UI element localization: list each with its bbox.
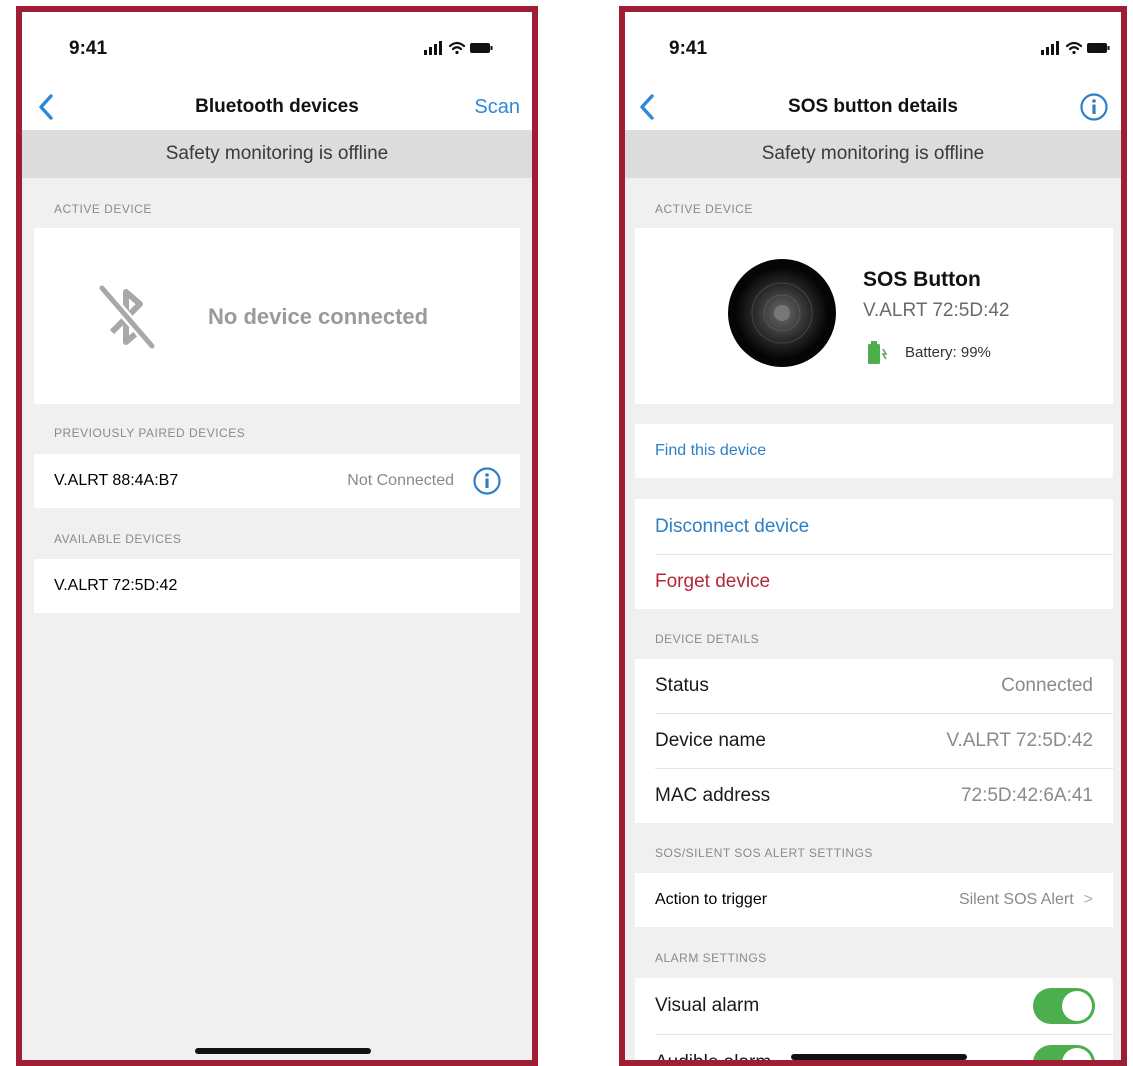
toggle-knob [1062, 991, 1092, 1021]
cellular-signal-icon [424, 41, 442, 55]
sos-button-details-screen: 9:41 SOS button details Safety monitorin… [619, 6, 1127, 1066]
action-to-trigger-value: Silent SOS Alert > [958, 891, 1093, 908]
scan-button[interactable]: Scan [474, 96, 520, 119]
detail-value: 72:5D:42:6A:41 [960, 785, 1093, 806]
sos-button-image [728, 259, 836, 367]
toggle-knob [1062, 1048, 1092, 1060]
home-indicator [195, 1048, 371, 1054]
info-circle-icon[interactable] [472, 466, 502, 496]
disconnect-device-row[interactable]: Disconnect device [635, 499, 1113, 554]
device-title: SOS Button [863, 268, 981, 291]
battery-icon [868, 341, 888, 364]
nav-bar: SOS button details [625, 84, 1121, 130]
wifi-icon [448, 41, 466, 55]
audible-alarm-toggle[interactable] [1033, 1045, 1095, 1060]
status-time: 9:41 [669, 38, 708, 59]
paired-devices-header: PREVIOUSLY PAIRED DEVICES [54, 426, 246, 440]
active-device-header: ACTIVE DEVICE [655, 202, 753, 216]
detail-row-mac-address: MAC address 72:5D:42:6A:41 [635, 769, 1113, 823]
cellular-signal-icon [1041, 41, 1059, 55]
bluetooth-off-icon [98, 284, 156, 350]
disconnect-device-button[interactable]: Disconnect device [655, 516, 809, 538]
home-indicator [791, 1054, 967, 1060]
active-device-header: ACTIVE DEVICE [54, 202, 152, 216]
find-device-row[interactable]: Find this device [635, 424, 1113, 478]
paired-device-row[interactable]: V.ALRT 88:4A:B7 Not Connected [34, 454, 520, 508]
page-title: Bluetooth devices [195, 96, 359, 117]
detail-row-device-name: Device name V.ALRT 72:5D:42 [635, 714, 1113, 768]
chevron-right-icon: > [1083, 891, 1093, 908]
detail-label: Device name [655, 730, 766, 751]
detail-value: V.ALRT 72:5D:42 [946, 730, 1093, 751]
forget-device-button[interactable]: Forget device [655, 571, 770, 593]
paired-device-name: V.ALRT 88:4A:B7 [54, 472, 179, 489]
info-circle-icon[interactable] [1079, 92, 1109, 122]
battery-status-icon [1087, 43, 1110, 53]
forget-device-row[interactable]: Forget device [635, 554, 1113, 609]
active-device-card: SOS Button V.ALRT 72:5D:42 Battery: 99% [635, 228, 1113, 404]
alarm-settings-header: ALARM SETTINGS [655, 951, 767, 965]
battery-status-icon [470, 43, 493, 53]
visual-alarm-row: Visual alarm [635, 978, 1113, 1034]
action-to-trigger-label: Action to trigger [655, 891, 768, 908]
detail-label: Status [655, 675, 709, 696]
device-actions-card: Disconnect device Forget device [635, 499, 1113, 609]
status-icons [424, 41, 493, 55]
page-title: SOS button details [788, 96, 958, 117]
visual-alarm-label: Visual alarm [655, 995, 760, 1016]
visual-alarm-toggle[interactable] [1033, 988, 1095, 1024]
offline-banner: Safety monitoring is offline [22, 130, 532, 178]
device-details-header: DEVICE DETAILS [655, 632, 760, 646]
battery-level: Battery: 99% [905, 344, 991, 361]
status-time: 9:41 [69, 38, 108, 59]
detail-value: Connected [1001, 675, 1093, 696]
device-details-card: Status Connected Device name V.ALRT 72:5… [635, 659, 1113, 823]
paired-device-status: Not Connected [347, 472, 454, 489]
available-devices-header: AVAILABLE DEVICES [54, 532, 182, 546]
detail-row-status: Status Connected [635, 659, 1113, 713]
action-to-trigger-row[interactable]: Action to trigger Silent SOS Alert > [635, 873, 1113, 927]
find-device-button[interactable]: Find this device [655, 442, 766, 460]
audible-alarm-row: Audible alarm [635, 1035, 1113, 1066]
sos-settings-header: SOS/SILENT SOS ALERT SETTINGS [655, 846, 873, 860]
status-bar: 9:41 [22, 12, 532, 84]
audible-alarm-label: Audible alarm [655, 1052, 772, 1066]
available-device-row[interactable]: V.ALRT 72:5D:42 [34, 559, 520, 613]
nav-bar: Bluetooth devices Scan [22, 84, 532, 130]
device-id: V.ALRT 72:5D:42 [863, 300, 1010, 321]
no-device-label: No device connected [208, 304, 429, 329]
alarm-settings-card: Visual alarm Audible alarm [635, 978, 1113, 1066]
offline-banner: Safety monitoring is offline [625, 130, 1121, 178]
status-icons [1041, 41, 1110, 55]
wifi-icon [1065, 41, 1083, 55]
bluetooth-devices-screen: 9:41 Bluetooth devices Scan Safety monit… [16, 6, 538, 1066]
status-bar: 9:41 [625, 12, 1121, 84]
detail-label: MAC address [655, 785, 771, 806]
available-device-name: V.ALRT 72:5D:42 [54, 577, 178, 594]
active-device-card: No device connected [34, 228, 520, 404]
